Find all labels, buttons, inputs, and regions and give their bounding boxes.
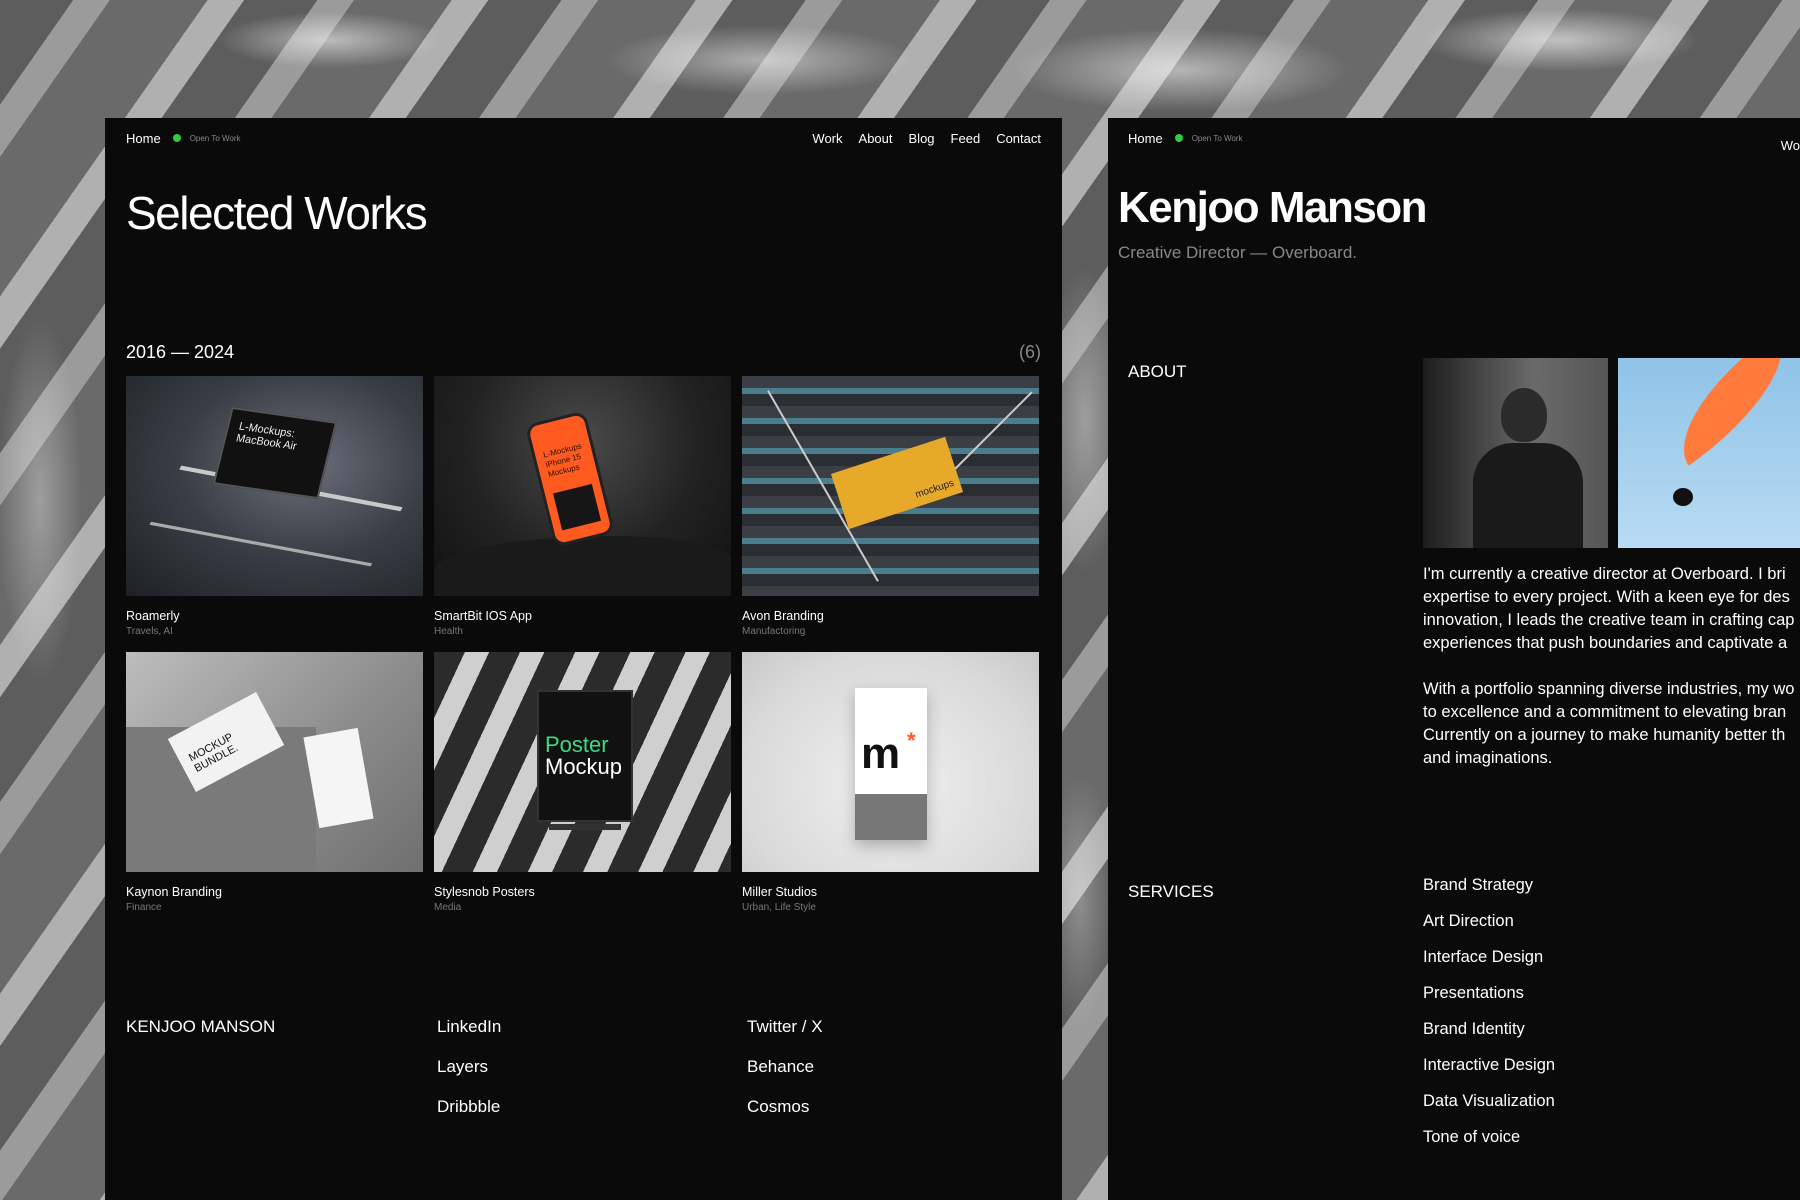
work-category: Media [434,902,462,913]
service-item: Brand Strategy [1423,876,1534,894]
footer-link-behance[interactable]: Behance [747,1057,823,1077]
work-card-miller[interactable]: m * Miller Studios Urban, Life Style [742,652,1039,913]
paraglider-photo [1618,358,1800,548]
profile-name: Kenjoo Manson [1118,183,1428,232]
nav-link-blog[interactable]: Blog [909,131,935,146]
thumb-text: m [861,729,901,778]
thumb-text: Mockup [545,754,623,779]
nav-home-link[interactable]: Home [1128,131,1163,146]
rock-graphic [434,536,731,596]
footer-link-cosmos[interactable]: Cosmos [747,1097,823,1117]
status-label: Open To Work [189,133,241,143]
bio-paragraph: I'm currently a creative director at Ove… [1423,563,1800,655]
nav-home-link[interactable]: Home [126,131,161,146]
work-title[interactable]: Miller Studios [742,885,1039,899]
work-category: Health [434,626,463,637]
work-thumbnail[interactable]: L-Mockups: MacBook Air [126,376,423,596]
work-card-roamerly[interactable]: L-Mockups: MacBook Air Roamerly Travels,… [126,376,423,637]
nav-link-work[interactable]: Work [812,131,842,146]
service-item: Interface Design [1423,948,1544,966]
work-thumbnail[interactable]: mockups [742,376,1039,596]
bio-paragraph: With a portfolio spanning diverse indust… [1423,678,1800,770]
profile-subtitle: Creative Director — Overboard. [1118,243,1358,262]
service-item: Interactive Design [1423,1056,1556,1074]
wire-graphic [953,391,1033,471]
bio-text: I'm currently a creative director at Ove… [1423,563,1800,793]
poster-graphic: Poster Mockup [537,690,633,822]
footer-link-linkedin[interactable]: LinkedIn [437,1017,501,1037]
work-thumbnail[interactable]: Poster Mockup [434,652,731,872]
work-title[interactable]: SmartBit IOS App [434,609,731,623]
bio-line: and imaginations. [1423,749,1553,767]
thumb-text: Poster [545,732,609,757]
work-title[interactable]: Roamerly [126,609,423,623]
thumb-text: L-Mockups iPhone 15 Mockups [542,441,583,479]
bio-line: I'm currently a creative director at Ove… [1423,565,1786,583]
bio-line: With a portfolio spanning diverse indust… [1423,680,1795,698]
sign-graphic: m * [855,688,927,840]
thumb-text: L-Mockups: MacBook Air [234,420,298,453]
stool-graphic [549,824,621,872]
work-category: Urban, Life Style [742,902,816,913]
footer-link-dribbble[interactable]: Dribbble [437,1097,501,1117]
work-card-smartbit[interactable]: L-Mockups iPhone 15 Mockups SmartBit IOS… [434,376,731,637]
work-thumbnail[interactable]: MOCKUP BUNDLE. [126,652,423,872]
nav-link-about[interactable]: About [859,131,893,146]
status-dot-icon [1174,134,1183,142]
work-card-stylesnob[interactable]: Poster Mockup Stylesnob Posters Media [434,652,731,913]
page-title: Selected Works [126,187,428,239]
work-category: Travels, AI [126,626,173,637]
bio-line: experiences that push boundaries and cap… [1423,634,1788,652]
nav-link-feed[interactable]: Feed [951,131,981,146]
nav-link-work[interactable]: Wo [1781,138,1800,153]
services-list: Brand Strategy Art Direction Interface D… [1423,875,1555,1148]
status-label: Open To Work [1191,133,1243,143]
phone-graphic: L-Mockups iPhone 15 Mockups [524,410,616,548]
work-title[interactable]: Kaynon Branding [126,885,423,899]
work-category: Manufactoring [742,626,806,637]
work-card-kaynon[interactable]: MOCKUP BUNDLE. Kaynon Branding Finance [126,652,423,913]
footer-links-col-1: LinkedIn Layers Dribbble [437,1017,501,1117]
asterisk-icon: * [907,728,916,753]
selected-works-page: Home Open To Work Work About Blog Feed C… [105,118,1062,1200]
bio-line: Currently on a journey to make humanity … [1423,726,1786,744]
footer-link-layers[interactable]: Layers [437,1057,501,1077]
year-range: 2016 — 2024 [126,342,235,362]
status-dot-icon [172,134,181,142]
nav-links: Work About Blog Feed Contact [812,131,1041,146]
work-title[interactable]: Stylesnob Posters [434,885,731,899]
card-graphic: mockups [830,436,964,530]
thumb-text: mockups [914,477,956,501]
bio-line: innovation, I leads the creative team in… [1423,611,1795,629]
services-heading: SERVICES [1128,882,1214,901]
service-item: Data Visualization [1423,1092,1555,1110]
service-item: Brand Identity [1423,1020,1525,1038]
work-thumbnail[interactable]: m * [742,652,1039,872]
about-page: Home Open To Work Wo Kenjoo Manson Creat… [1108,118,1800,1200]
service-item: Presentations [1423,984,1524,1002]
work-category: Finance [126,902,162,913]
laptop-graphic: L-Mockups: MacBook Air [212,406,338,500]
top-nav: Home Open To Work Work About Blog Feed C… [126,128,1041,148]
portrait-photo [1423,358,1608,548]
bio-line: to excellence and a commitment to elevat… [1423,703,1787,721]
footer-links-col-2: Twitter / X Behance Cosmos [747,1017,823,1117]
footer-link-twitter[interactable]: Twitter / X [747,1017,823,1037]
work-card-avon[interactable]: mockups Avon Branding Manufactoring [742,376,1039,637]
service-item: Tone of voice [1423,1128,1521,1146]
footer-brand: KENJOO MANSON [126,1017,276,1036]
nav-link-contact[interactable]: Contact [996,131,1041,146]
works-count: (6) [1019,342,1041,362]
service-item: Art Direction [1423,912,1514,930]
work-thumbnail[interactable]: L-Mockups iPhone 15 Mockups [434,376,731,596]
bio-line: expertise to every project. With a keen … [1423,588,1790,606]
top-nav: Home Open To Work Wo [1128,128,1800,154]
work-title[interactable]: Avon Branding [742,609,1039,623]
about-heading: ABOUT [1128,362,1187,381]
